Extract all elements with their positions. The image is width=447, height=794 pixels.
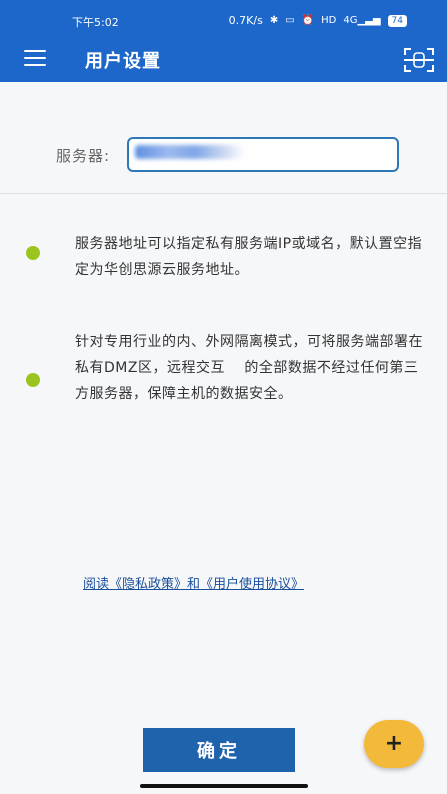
hd-badge: HD bbox=[321, 14, 337, 26]
confirm-button[interactable]: 确定 bbox=[143, 728, 295, 772]
bluetooth-icon: ✱ bbox=[269, 14, 279, 26]
bullet-dot bbox=[26, 373, 40, 387]
battery-icon: 74 bbox=[387, 14, 407, 27]
agreement-links: 阅读《隐私政策》和《用户使用协议》 bbox=[83, 573, 304, 592]
privacy-policy-link[interactable]: 《隐私政策》 bbox=[109, 577, 187, 592]
divider bbox=[0, 193, 447, 194]
info-paragraph-dmz: 针对专用行业的内、外网隔离模式，可将服务端部署在私有DMZ区，远程交互 的全部数… bbox=[75, 334, 423, 402]
add-fab-button[interactable]: + bbox=[364, 720, 424, 768]
links-prefix: 阅读 bbox=[83, 577, 110, 592]
menu-icon[interactable] bbox=[24, 50, 46, 66]
vibrate-icon: ▭ bbox=[285, 14, 295, 26]
signal-label: 4G bbox=[343, 14, 358, 26]
home-indicator[interactable] bbox=[140, 784, 308, 788]
signal-icon: 4G▁▃▅ bbox=[343, 14, 381, 26]
network-speed: 0.7K/s bbox=[228, 14, 263, 27]
server-value-redacted bbox=[135, 145, 245, 159]
scan-icon[interactable] bbox=[403, 47, 435, 73]
status-time: 下午5:02 bbox=[72, 16, 119, 29]
page-title: 用户设置 bbox=[85, 51, 161, 72]
alarm-icon: ⏰ bbox=[301, 14, 315, 26]
status-icons: 0.7K/s ✱ ▭ ⏰ HD 4G▁▃▅ 74 bbox=[229, 14, 407, 27]
bullet-dot bbox=[26, 246, 40, 260]
links-and: 和 bbox=[187, 577, 201, 592]
user-agreement-link[interactable]: 《用户使用协议》 bbox=[200, 577, 304, 592]
status-bar: 下午5:02 0.7K/s ✱ ▭ ⏰ HD 4G▁▃▅ 74 bbox=[0, 0, 447, 30]
server-label: 服务器: bbox=[56, 147, 111, 165]
info-paragraph-server: 服务器地址可以指定私有服务端IP或域名，默认置空指定为华创思源云服务地址。 bbox=[75, 236, 423, 278]
